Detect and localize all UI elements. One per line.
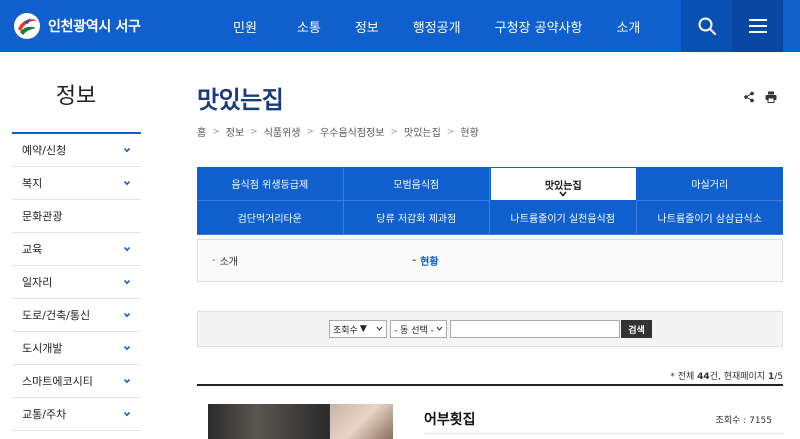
result-count: * 전체 44건, 현재페이지 1/5 bbox=[670, 372, 783, 382]
sidebar-item[interactable]: 예약/신청 bbox=[12, 134, 141, 167]
page-tools bbox=[741, 89, 779, 105]
sidebar-item[interactable]: 일자리 bbox=[12, 266, 141, 299]
restaurant-views: 조회수 : 7155 bbox=[715, 416, 773, 426]
dong-select[interactable]: - 동 선택 - bbox=[390, 320, 447, 338]
breadcrumb-separator-icon: > bbox=[390, 126, 399, 137]
print-button[interactable] bbox=[763, 89, 779, 105]
print-icon bbox=[765, 91, 777, 103]
tab-item[interactable]: 음식점 위생등급제 bbox=[197, 167, 344, 201]
tab-item[interactable]: 당류 저감화 제과점 bbox=[343, 201, 490, 235]
content-tabs: 음식점 위생등급제 모범음식점 맛있는집 마실거리검단먹거리타운 당류 저감화 제과점 나… bbox=[197, 167, 783, 235]
search-input[interactable] bbox=[450, 320, 620, 338]
sidebar-item-label: 예약/신청 bbox=[22, 144, 67, 157]
tab-label: 맛있는집 bbox=[544, 180, 582, 192]
tab-label: 당류 저감화 제과점 bbox=[376, 214, 457, 225]
breadcrumb-item[interactable]: 우수음식점정보 bbox=[320, 124, 384, 139]
item-divider bbox=[424, 433, 783, 434]
hamburger-menu-icon bbox=[748, 19, 767, 33]
share-button[interactable] bbox=[741, 89, 757, 105]
breadcrumb-home[interactable]: 홈 bbox=[197, 124, 206, 139]
chevron-down-icon bbox=[123, 246, 131, 252]
tab-item[interactable]: 맛있는집 bbox=[490, 167, 637, 201]
sidebar-menu: 예약/신청복지문화관광교육일자리도로/건축/통신도시개발스마트에코시티교통/주차 bbox=[12, 132, 141, 431]
tab-item[interactable]: 나트륨줄이기 실천음식점 bbox=[490, 201, 637, 235]
sidebar-item[interactable]: 스마트에코시티 bbox=[12, 365, 141, 398]
sidebar-item-label: 스마트에코시티 bbox=[22, 375, 93, 388]
sidebar-item[interactable]: 교통/주차 bbox=[12, 398, 141, 431]
sort-select[interactable]: 조회수 ▼ bbox=[329, 320, 387, 338]
search-submit-button[interactable]: 검색 bbox=[621, 320, 652, 338]
nav-item-civil[interactable]: 민원 bbox=[233, 17, 257, 36]
tab-label: 나트륨줄이기 삼삼급식소 bbox=[657, 214, 762, 225]
sidebar-item[interactable]: 도시개발 bbox=[12, 332, 141, 365]
breadcrumb-item[interactable]: 맛있는집 bbox=[404, 124, 441, 139]
sidebar-item[interactable]: 교육 bbox=[12, 233, 141, 266]
breadcrumb-separator-icon: > bbox=[250, 126, 258, 137]
chevron-down-icon bbox=[123, 147, 131, 153]
nav-item-pledges[interactable]: 구청장 공약사항 bbox=[495, 17, 583, 36]
nav-item-about[interactable]: 소개 bbox=[616, 17, 640, 36]
page-title: 맛있는집 bbox=[197, 86, 284, 114]
tab-item[interactable]: 검단먹거리타운 bbox=[197, 201, 344, 235]
tab-label: 검단먹거리타운 bbox=[237, 214, 302, 225]
search-filter-bar: 조회수 ▼ - 동 선택 - 검색 bbox=[197, 311, 783, 347]
restaurant-photo-interior bbox=[208, 404, 329, 439]
breadcrumb-item[interactable]: 현황 bbox=[460, 124, 478, 139]
list-divider bbox=[197, 384, 783, 386]
sidebar-item[interactable]: 도로/건축/통신 bbox=[12, 299, 141, 332]
chevron-down-icon bbox=[376, 326, 383, 331]
sidebar-item-label: 교육 bbox=[22, 243, 43, 256]
global-nav: 민원 소통 정보 행정공개 구청장 공약사항 소개 bbox=[212, 0, 640, 52]
breadcrumb-item[interactable]: 정보 bbox=[226, 124, 244, 139]
tab-label: 모범음식점 bbox=[393, 180, 440, 191]
sub-tabs: - 소개 - 현황 bbox=[197, 239, 783, 282]
tab-label: 마실거리 bbox=[691, 180, 729, 191]
restaurant-photo-food bbox=[330, 404, 393, 439]
search-icon bbox=[698, 17, 716, 35]
tab-item[interactable]: 모범음식점 bbox=[343, 167, 490, 201]
breadcrumb-separator-icon: > bbox=[212, 126, 220, 137]
sidebar-item[interactable]: 복지 bbox=[12, 167, 141, 200]
chevron-down-icon bbox=[123, 312, 131, 318]
site-logo[interactable]: 인천광역시 서구 bbox=[12, 11, 141, 41]
chevron-down-icon bbox=[123, 180, 131, 186]
sidebar-item-label: 도시개발 bbox=[22, 342, 63, 355]
sidebar-item-label: 교통/주차 bbox=[22, 408, 67, 421]
chevron-down-icon bbox=[123, 345, 131, 351]
search-button[interactable] bbox=[681, 0, 732, 52]
sidebar-item[interactable]: 문화관광 bbox=[12, 200, 141, 233]
breadcrumb-separator-icon: > bbox=[306, 126, 315, 137]
nav-item-administration[interactable]: 행정공개 bbox=[413, 17, 461, 36]
site-header: 인천광역시 서구 민원 소통 정보 행정공개 구청장 공약사항 소개 bbox=[0, 0, 800, 52]
nav-item-info[interactable]: 정보 bbox=[355, 17, 379, 36]
sidebar-item-label: 복지 bbox=[22, 177, 43, 190]
nav-item-communication[interactable]: 소통 bbox=[297, 17, 321, 36]
logo-text: 인천광역시 서구 bbox=[48, 19, 141, 35]
tab-item[interactable]: 나트륨줄이기 삼삼급식소 bbox=[636, 201, 783, 235]
sidebar-item-label: 일자리 bbox=[22, 276, 53, 289]
breadcrumb: 홈 > 정보 > 식품위생 > 우수음식점정보 > 맛있는집 > 현황 bbox=[197, 124, 479, 140]
chevron-down-icon bbox=[123, 378, 131, 384]
subtab-intro[interactable]: - 소개 bbox=[212, 253, 238, 268]
tab-item[interactable]: 마실거리 bbox=[636, 167, 783, 201]
restaurant-name[interactable]: 어부횟집 bbox=[424, 409, 476, 429]
breadcrumb-separator-icon: > bbox=[446, 126, 455, 137]
tab-label: 음식점 위생등급제 bbox=[231, 180, 309, 191]
logo-emblem-icon bbox=[12, 11, 42, 41]
sidebar-title: 정보 bbox=[55, 84, 97, 109]
sidebar-item-label: 도로/건축/통신 bbox=[22, 309, 91, 322]
share-icon bbox=[744, 91, 754, 103]
breadcrumb-item[interactable]: 식품위생 bbox=[264, 124, 301, 139]
chevron-down-icon bbox=[123, 279, 131, 285]
subtab-status[interactable]: - 현황 bbox=[412, 253, 439, 268]
chevron-down-icon bbox=[123, 411, 131, 417]
restaurant-thumbnail[interactable] bbox=[208, 404, 393, 439]
chevron-down-icon bbox=[559, 191, 567, 197]
tab-label: 나트륨줄이기 실천음식점 bbox=[510, 214, 615, 225]
menu-button[interactable] bbox=[732, 0, 783, 52]
chevron-down-icon bbox=[436, 326, 443, 331]
sidebar-item-label: 문화관광 bbox=[22, 210, 63, 223]
